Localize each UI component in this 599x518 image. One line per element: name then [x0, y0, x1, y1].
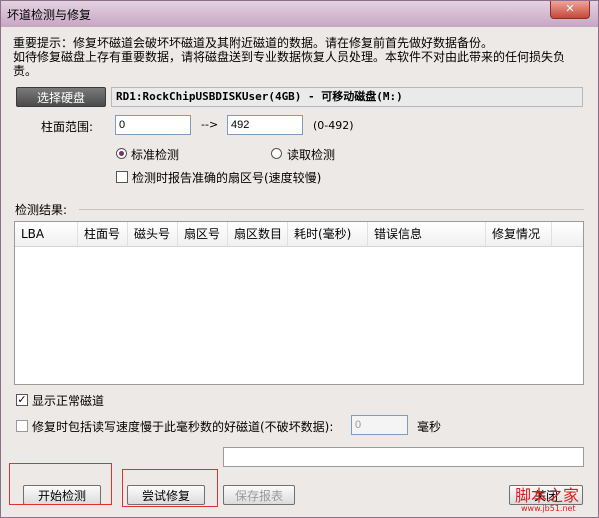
column-header[interactable]: 耗时(毫秒) — [288, 222, 368, 246]
show-normal-checkbox[interactable]: ✓ — [16, 394, 28, 406]
column-header[interactable]: 柱面号 — [78, 222, 128, 246]
progress-status-field — [223, 447, 584, 467]
window-title: 坏道检测与修复 — [7, 8, 92, 22]
cylinder-range-hint: (0-492) — [313, 119, 354, 132]
close-icon: ✕ — [565, 2, 575, 15]
slow-threshold-input[interactable]: 0 — [351, 415, 408, 435]
cylinder-from-input[interactable]: 0 — [115, 115, 191, 135]
cylinder-range-label: 柱面范围: — [41, 120, 94, 134]
show-normal-label[interactable]: 显示正常磁道 — [32, 392, 104, 409]
highlight-repair-box — [122, 469, 218, 507]
column-header[interactable]: 扇区号 — [178, 222, 228, 246]
watermark-logo: 脚本之家 — [515, 486, 580, 505]
checkmark-icon: ✓ — [17, 393, 27, 406]
notice-line-1: 重要提示：修复坏磁道会破坏坏磁道及其附近磁道的数据。请在修复前首先做好数据备份。 — [13, 36, 494, 50]
save-report-button[interactable]: 保存报表 — [223, 485, 295, 505]
standard-check-label[interactable]: 标准检测 — [131, 146, 179, 163]
repair-slow-label[interactable]: 修复时包括读写速度慢于此毫秒数的好磁道(不破坏数据): — [32, 418, 333, 435]
window-close-button[interactable]: ✕ — [550, 1, 590, 19]
report-sector-checkbox[interactable] — [116, 171, 128, 183]
warning-notice: 重要提示：修复坏磁道会破坏坏磁道及其附近磁道的数据。请在修复前首先做好数据备份。… — [13, 36, 588, 78]
watermark-url: www.jb51.net — [521, 504, 576, 513]
column-header[interactable]: LBA — [15, 222, 78, 246]
standard-check-radio[interactable] — [116, 148, 127, 159]
group-divider — [79, 209, 584, 210]
results-label: 检测结果: — [15, 203, 68, 217]
results-table[interactable]: LBA 柱面号 磁头号 扇区号 扇区数目 耗时(毫秒) 错误信息 修复情况 — [14, 221, 584, 385]
range-arrow: --> — [201, 118, 219, 131]
report-sector-label[interactable]: 检测时报告准确的扇区号(速度较慢) — [132, 169, 321, 186]
read-check-label[interactable]: 读取检测 — [287, 146, 335, 163]
repair-slow-checkbox[interactable] — [16, 420, 28, 432]
slow-threshold-unit: 毫秒 — [417, 420, 442, 434]
results-header: LBA 柱面号 磁头号 扇区号 扇区数目 耗时(毫秒) 错误信息 修复情况 — [15, 222, 583, 247]
title-bar[interactable]: 坏道检测与修复 ✕ — [1, 1, 598, 27]
column-header[interactable]: 磁头号 — [128, 222, 178, 246]
cylinder-to-input[interactable]: 492 — [227, 115, 303, 135]
disk-repair-window: 坏道检测与修复 ✕ 重要提示：修复坏磁道会破坏坏磁道及其附近磁道的数据。请在修复… — [0, 0, 599, 518]
notice-line-2: 如待修复磁盘上存有重要数据，请将磁盘送到专业数据恢复人员处理。本软件不对由此带来… — [13, 50, 566, 78]
highlight-start-box — [9, 463, 112, 505]
column-header[interactable]: 错误信息 — [368, 222, 486, 246]
selected-disk-display: RD1:RockChipUSBDISKUser(4GB) - 可移动磁盘(M:) — [111, 87, 583, 107]
column-header[interactable]: 修复情况 — [486, 222, 552, 246]
column-header[interactable]: 扇区数目 — [228, 222, 288, 246]
read-check-radio[interactable] — [271, 148, 282, 159]
select-disk-button[interactable]: 选择硬盘 — [16, 87, 106, 107]
